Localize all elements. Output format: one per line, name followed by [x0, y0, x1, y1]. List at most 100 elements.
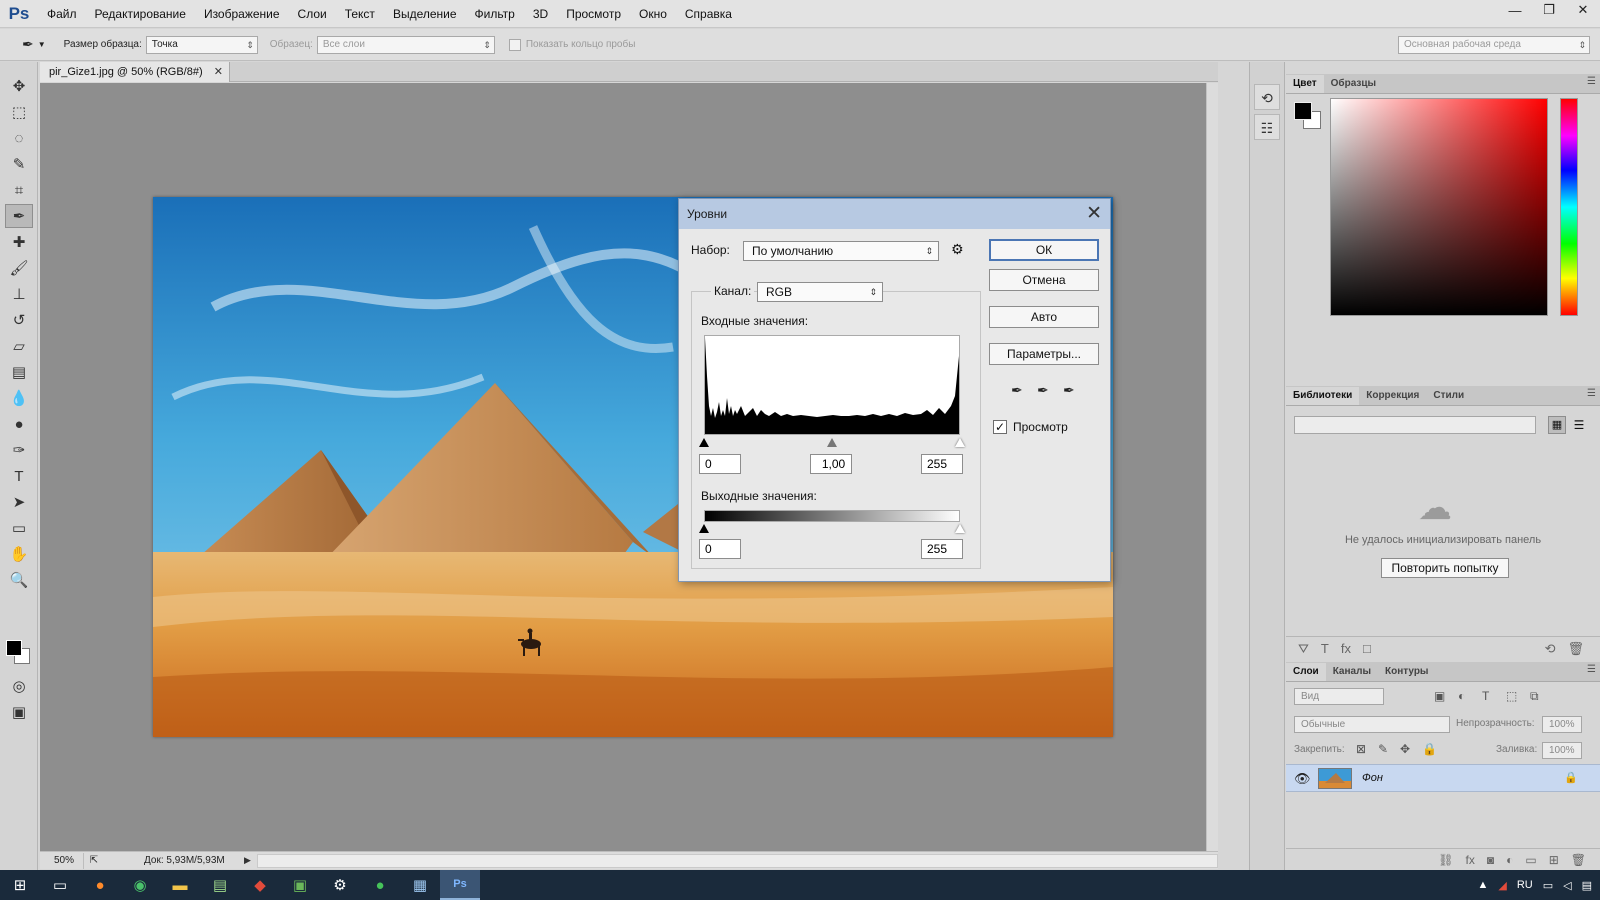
- adjustment-layer-icon[interactable]: ◐: [1506, 853, 1513, 867]
- tab-styles[interactable]: Стили: [1426, 387, 1471, 405]
- menu-window[interactable]: Окно: [630, 0, 676, 28]
- workspace-select[interactable]: Основная рабочая среда: [1398, 35, 1590, 54]
- pen-tool-icon[interactable]: ✑: [5, 438, 33, 462]
- eraser-tool-icon[interactable]: ▱: [5, 334, 33, 358]
- eyedropper-tool-preset-icon[interactable]: ✒: [22, 36, 34, 53]
- filter-image-icon[interactable]: ▣: [1434, 689, 1445, 703]
- move-tool-icon[interactable]: ✥: [5, 74, 33, 98]
- options-button[interactable]: Параметры...: [989, 343, 1099, 365]
- input-black-field[interactable]: [699, 454, 741, 474]
- tray-expand-icon[interactable]: ▲: [1477, 879, 1488, 891]
- close-icon[interactable]: ✕: [1086, 202, 1102, 225]
- history-brush-tool-icon[interactable]: ↺: [5, 308, 33, 332]
- type-tool-icon[interactable]: T: [5, 464, 33, 488]
- brush-tool-icon[interactable]: 🖌: [5, 256, 33, 280]
- quick-mask-icon[interactable]: ◎: [5, 674, 33, 698]
- panel-menu-icon[interactable]: ☰: [1587, 388, 1596, 399]
- lock-transparency-icon[interactable]: ⊠: [1356, 742, 1366, 756]
- lasso-tool-icon[interactable]: ◌: [5, 126, 33, 150]
- output-black-field[interactable]: [699, 539, 741, 559]
- library-select[interactable]: [1294, 416, 1536, 434]
- ok-button[interactable]: ОК: [989, 239, 1099, 261]
- auto-button[interactable]: Авто: [989, 306, 1099, 328]
- horizontal-scrollbar[interactable]: [256, 853, 1218, 868]
- start-icon[interactable]: ⊞: [0, 870, 40, 900]
- file-explorer-icon[interactable]: ▬: [160, 870, 200, 900]
- foreground-color-swatch[interactable]: [6, 640, 22, 656]
- history-panel-icon[interactable]: ⟲: [1254, 84, 1280, 110]
- add-mask-icon[interactable]: ◙: [1487, 853, 1494, 867]
- close-window-button[interactable]: ✕: [1566, 0, 1600, 20]
- document-tab[interactable]: pir_Gize1.jpg @ 50% (RGB/8#) ✕: [40, 62, 230, 82]
- marquee-tool-icon[interactable]: ⬚: [5, 100, 33, 124]
- layer-row[interactable]: 👁 Фон 🔒: [1286, 764, 1600, 792]
- gray-point-eyedropper-icon[interactable]: ✒: [1037, 382, 1049, 399]
- quick-select-tool-icon[interactable]: ✎: [5, 152, 33, 176]
- firefox-icon[interactable]: ●: [80, 870, 120, 900]
- zoom-level-field[interactable]: 50%: [40, 852, 84, 869]
- layer-style-icon[interactable]: fx: [1466, 853, 1475, 867]
- clone-stamp-tool-icon[interactable]: ⊥: [5, 282, 33, 306]
- path-selection-tool-icon[interactable]: ➤: [5, 490, 33, 514]
- panel-menu-icon[interactable]: ☰: [1587, 76, 1596, 87]
- blend-mode-select[interactable]: Обычные: [1294, 716, 1450, 733]
- minimize-button[interactable]: —: [1498, 0, 1532, 20]
- tab-channels[interactable]: Каналы: [1326, 663, 1378, 681]
- trash-icon[interactable]: 🗑: [1567, 641, 1584, 657]
- hand-tool-icon[interactable]: ✋: [5, 542, 33, 566]
- add-text-style-icon[interactable]: T: [1321, 641, 1329, 656]
- image-viewer-icon[interactable]: ▦: [400, 870, 440, 900]
- list-view-icon[interactable]: ☰: [1570, 416, 1588, 434]
- tab-adjustments[interactable]: Коррекция: [1359, 387, 1426, 405]
- sample-size-select[interactable]: Точка: [145, 35, 258, 54]
- messenger-icon[interactable]: ●: [360, 870, 400, 900]
- link-layers-icon[interactable]: ⛓: [1438, 853, 1453, 867]
- dodge-tool-icon[interactable]: ●: [5, 412, 33, 436]
- filter-adjustment-icon[interactable]: ◐: [1458, 689, 1465, 703]
- close-icon[interactable]: ✕: [214, 62, 223, 82]
- menu-image[interactable]: Изображение: [195, 0, 289, 28]
- color-picker-field[interactable]: [1330, 98, 1548, 316]
- sync-icon[interactable]: ⟲: [1545, 641, 1556, 657]
- cancel-button[interactable]: Отмена: [989, 269, 1099, 291]
- add-color-icon[interactable]: □: [1363, 641, 1371, 656]
- input-white-slider[interactable]: [955, 438, 965, 447]
- new-group-icon[interactable]: ▭: [1525, 853, 1536, 867]
- input-gamma-slider[interactable]: [827, 438, 837, 447]
- settings-app-icon[interactable]: ⚙: [320, 870, 360, 900]
- lock-all-icon[interactable]: 🔒: [1422, 742, 1437, 756]
- panel-menu-icon[interactable]: ☰: [1587, 664, 1596, 675]
- show-ring-checkbox[interactable]: [508, 38, 521, 51]
- filter-shape-icon[interactable]: ⬚: [1506, 689, 1517, 703]
- output-white-field[interactable]: [921, 539, 963, 559]
- properties-panel-icon[interactable]: ☷: [1254, 114, 1280, 140]
- menu-view[interactable]: Просмотр: [557, 0, 630, 28]
- tab-color[interactable]: Цвет: [1286, 75, 1324, 93]
- gradient-tool-icon[interactable]: ▤: [5, 360, 33, 384]
- menu-filter[interactable]: Фильтр: [466, 0, 524, 28]
- output-white-slider[interactable]: [955, 524, 965, 533]
- input-gamma-field[interactable]: [810, 454, 852, 474]
- healing-brush-tool-icon[interactable]: ✚: [5, 230, 33, 254]
- grid-view-icon[interactable]: ▦: [1548, 416, 1566, 434]
- preview-checkbox[interactable]: ✓: [993, 420, 1007, 434]
- export-icon[interactable]: ⇱: [84, 855, 104, 866]
- output-black-slider[interactable]: [699, 524, 709, 533]
- photoshop-taskbar-icon[interactable]: Ps: [440, 870, 480, 900]
- menu-3d[interactable]: 3D: [524, 0, 557, 28]
- fill-field[interactable]: 100%: [1542, 742, 1582, 759]
- preset-select[interactable]: По умолчанию ⇕: [743, 241, 939, 261]
- tab-swatches[interactable]: Образцы: [1324, 75, 1383, 93]
- preset-options-gear-icon[interactable]: ⚙: [951, 241, 964, 258]
- input-white-field[interactable]: [921, 454, 963, 474]
- opacity-field[interactable]: 100%: [1542, 716, 1582, 733]
- filter-smart-object-icon[interactable]: ⧉: [1530, 689, 1539, 704]
- menu-edit[interactable]: Редактирование: [86, 0, 195, 28]
- channel-select[interactable]: RGB ⇕: [757, 282, 883, 302]
- trash-icon[interactable]: 🗑: [1571, 853, 1586, 867]
- eyedropper-tool-icon[interactable]: ✒: [5, 204, 33, 228]
- hue-slider[interactable]: [1560, 98, 1578, 316]
- chrome-icon[interactable]: ◉: [120, 870, 160, 900]
- menu-select[interactable]: Выделение: [384, 0, 466, 28]
- menu-layers[interactable]: Слои: [289, 0, 336, 28]
